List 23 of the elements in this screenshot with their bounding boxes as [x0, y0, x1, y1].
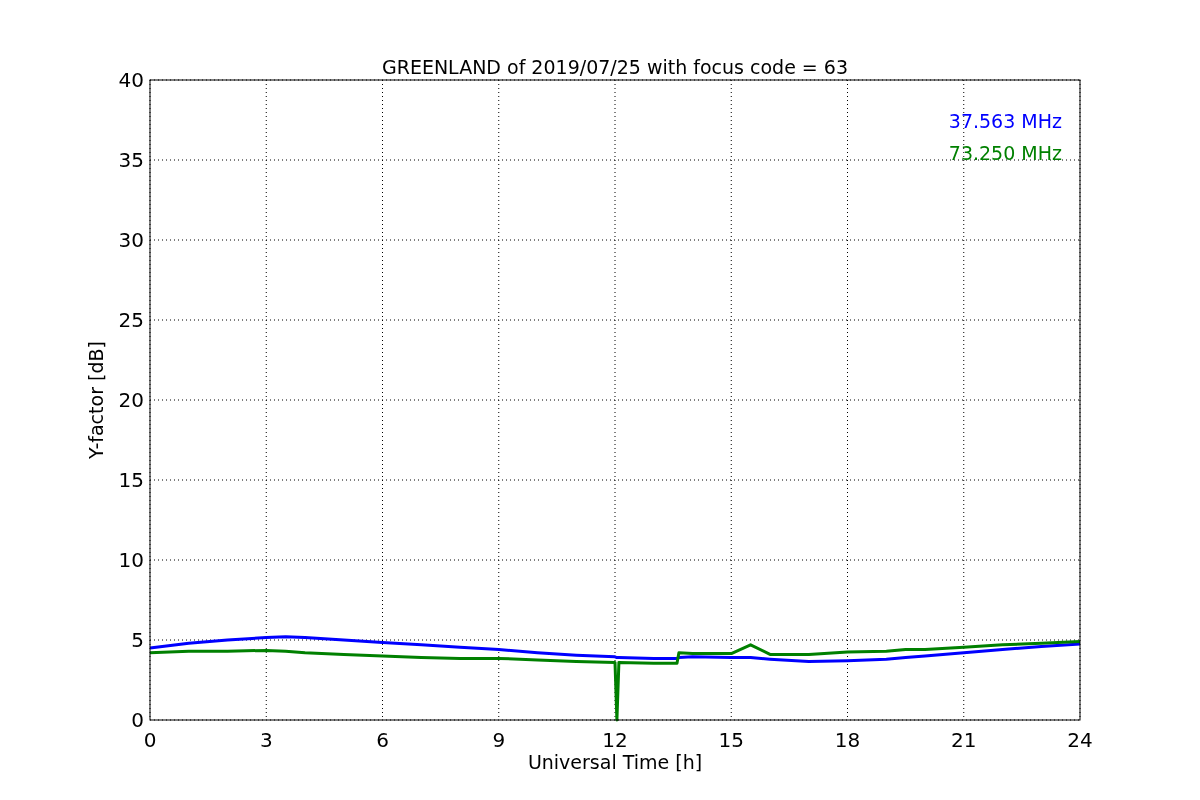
- x-tick-label: 18: [834, 728, 861, 752]
- x-tick-label: 0: [143, 728, 157, 752]
- y-tick-label: 25: [118, 308, 144, 332]
- legend-label: 73.250 MHz: [948, 142, 1062, 164]
- y-tick-label: 40: [118, 68, 144, 92]
- x-axis-label: Universal Time [h]: [527, 751, 703, 773]
- y-tick-label: 20: [118, 388, 144, 412]
- x-tick-label: 21: [951, 728, 977, 752]
- x-tick-label: 12: [602, 728, 628, 752]
- x-tick-label: 3: [259, 728, 273, 752]
- legend-label: 37.563 MHz: [948, 110, 1062, 132]
- y-tick-label: 15: [118, 468, 144, 492]
- x-tick-label: 6: [376, 728, 389, 752]
- x-tick-label: 9: [492, 728, 506, 752]
- chart-title: GREENLAND of 2019/07/25 with focus code = 63: [382, 56, 848, 78]
- y-tick-label: 5: [131, 628, 144, 652]
- y-tick-label: 10: [118, 548, 144, 572]
- y-tick-label: 30: [118, 228, 144, 252]
- y-tick-label: 35: [118, 148, 144, 172]
- y-tick-label: 0: [131, 708, 144, 732]
- y-axis-label: Y-factor [dB]: [85, 341, 107, 459]
- x-tick-label: 24: [1067, 728, 1093, 752]
- x-tick-label: 15: [718, 728, 744, 752]
